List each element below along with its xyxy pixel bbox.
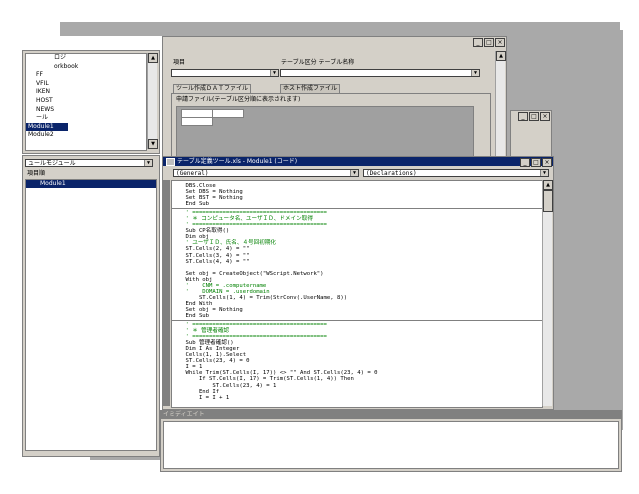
close-button[interactable]: × (495, 38, 505, 47)
minimize-button[interactable]: _ (518, 112, 528, 121)
form-titlebar: _ □ × (163, 37, 506, 48)
scroll-thumb[interactable] (543, 190, 553, 212)
code-window: テーブル定義ツール.xls - Module1 (コード) _ □ × (Gen… (162, 156, 554, 410)
application-file-grid[interactable] (176, 106, 474, 160)
chevron-down-icon[interactable]: ▼ (540, 170, 548, 176)
title-buttons: _ □ × (520, 158, 552, 167)
tree-item[interactable]: Module1 (26, 122, 68, 132)
procedure-separator (172, 208, 542, 210)
immediate-input[interactable] (163, 421, 619, 469)
close-button[interactable]: × (542, 158, 552, 167)
code-window-titlebar: テーブル定義ツール.xls - Module1 (コード) _ □ × (163, 157, 553, 167)
application-file-label: 申請ファイル(テーブル区分順に表示されます) (176, 96, 301, 103)
form-scrollbar[interactable]: ▲ (495, 51, 506, 159)
tab-panel: 申請ファイル(テーブル区分順に表示されます) (171, 93, 491, 161)
tree-item[interactable]: NEWS (26, 106, 146, 115)
project-explorer: ロジ orkbook FF VFIL IKEN HOST NEWS ール Module1 Modu… (22, 50, 160, 154)
chevron-down-icon[interactable]: ▼ (144, 160, 152, 166)
form-window: _ □ × 項目 テーブル区分 テーブル名称 ▼ ▼ ツール作成ＤＡＴファイル … (162, 36, 507, 163)
chevron-down-icon[interactable]: ▼ (471, 70, 479, 76)
grid-cell[interactable] (181, 117, 213, 126)
minimize-button[interactable]: _ (520, 158, 530, 167)
properties-object-dropdown[interactable]: ュールモジュール ▼ (25, 159, 153, 167)
immediate-title: イミディエイト (161, 411, 621, 419)
project-tree: ロジ orkbook FF VFIL IKEN HOST NEWS ール Module1 Modu… (25, 53, 147, 151)
scroll-down-button[interactable]: ▼ (148, 139, 158, 149)
tree-item[interactable]: HOST (26, 97, 146, 106)
tree-item[interactable]: FF (26, 71, 146, 80)
code-scrollbar[interactable]: ▲ (542, 180, 553, 406)
procedure-separator (172, 320, 542, 322)
properties-row-name[interactable]: Module1 (26, 180, 156, 188)
tree-item[interactable]: orkbook (26, 63, 146, 72)
code-line[interactable]: I = I + 1 (172, 395, 542, 401)
tree-item[interactable]: IKEN (26, 88, 146, 97)
close-button[interactable]: × (540, 112, 550, 121)
code-lines[interactable]: DBS.Close Set DBS = Nothing Set BST = No… (172, 181, 542, 401)
small-window-titlebar: _ □ × (511, 111, 551, 122)
procedure-combo[interactable]: (Declarations) ▼ (363, 169, 549, 177)
properties-grid: Module1 (25, 179, 157, 451)
property-name-value: Module1 (40, 180, 66, 187)
tree-item[interactable]: VFIL (26, 80, 146, 89)
tab-dat-file[interactable]: ツール作成ＤＡＴファイル (173, 84, 252, 93)
form-label-table: テーブル区分 テーブル名称 (281, 59, 355, 66)
chevron-down-icon[interactable]: ▼ (350, 170, 358, 176)
maximize-button[interactable]: □ (529, 112, 539, 121)
immediate-window: イミディエイト (160, 410, 622, 472)
scroll-up-button[interactable]: ▲ (543, 180, 553, 190)
tree-item[interactable]: ール (26, 114, 146, 123)
module-icon (166, 158, 175, 166)
code-line[interactable]: End Sub (172, 201, 542, 207)
form-label-item: 項目 (173, 59, 186, 66)
code-line[interactable]: End Sub (172, 313, 542, 319)
tree-item[interactable]: ロジ (26, 54, 146, 63)
code-editor[interactable]: DBS.Close Set DBS = Nothing Set BST = No… (171, 180, 543, 408)
form-dropdown-left[interactable]: ▼ (171, 69, 279, 77)
scroll-up-button[interactable]: ▲ (496, 51, 506, 61)
tree-item[interactable]: Module2 (26, 131, 146, 140)
object-combo[interactable]: (General) ▼ (173, 169, 359, 177)
maximize-button[interactable]: □ (484, 38, 494, 47)
small-window: _ □ × (510, 110, 552, 162)
tab-categorized[interactable]: 項目順 (27, 170, 45, 178)
tab-host-file[interactable]: ホスト作成ファイル (280, 84, 341, 93)
scroll-up-button[interactable]: ▲ (148, 53, 158, 63)
chevron-down-icon[interactable]: ▼ (270, 70, 278, 76)
form-dropdown-right[interactable]: ▼ (280, 69, 480, 77)
code-window-title: テーブル定義ツール.xls - Module1 (コード) (177, 158, 298, 165)
window-shadow-top (60, 22, 620, 36)
properties-panel: ュールモジュール ▼ 項目順 Module1 (22, 155, 160, 457)
minimize-button[interactable]: _ (473, 38, 483, 47)
maximize-button[interactable]: □ (531, 158, 541, 167)
code-left-margin (163, 180, 170, 406)
project-tree-scrollbar[interactable]: ▲ ▼ (147, 53, 158, 149)
grid-cell[interactable] (212, 109, 244, 118)
